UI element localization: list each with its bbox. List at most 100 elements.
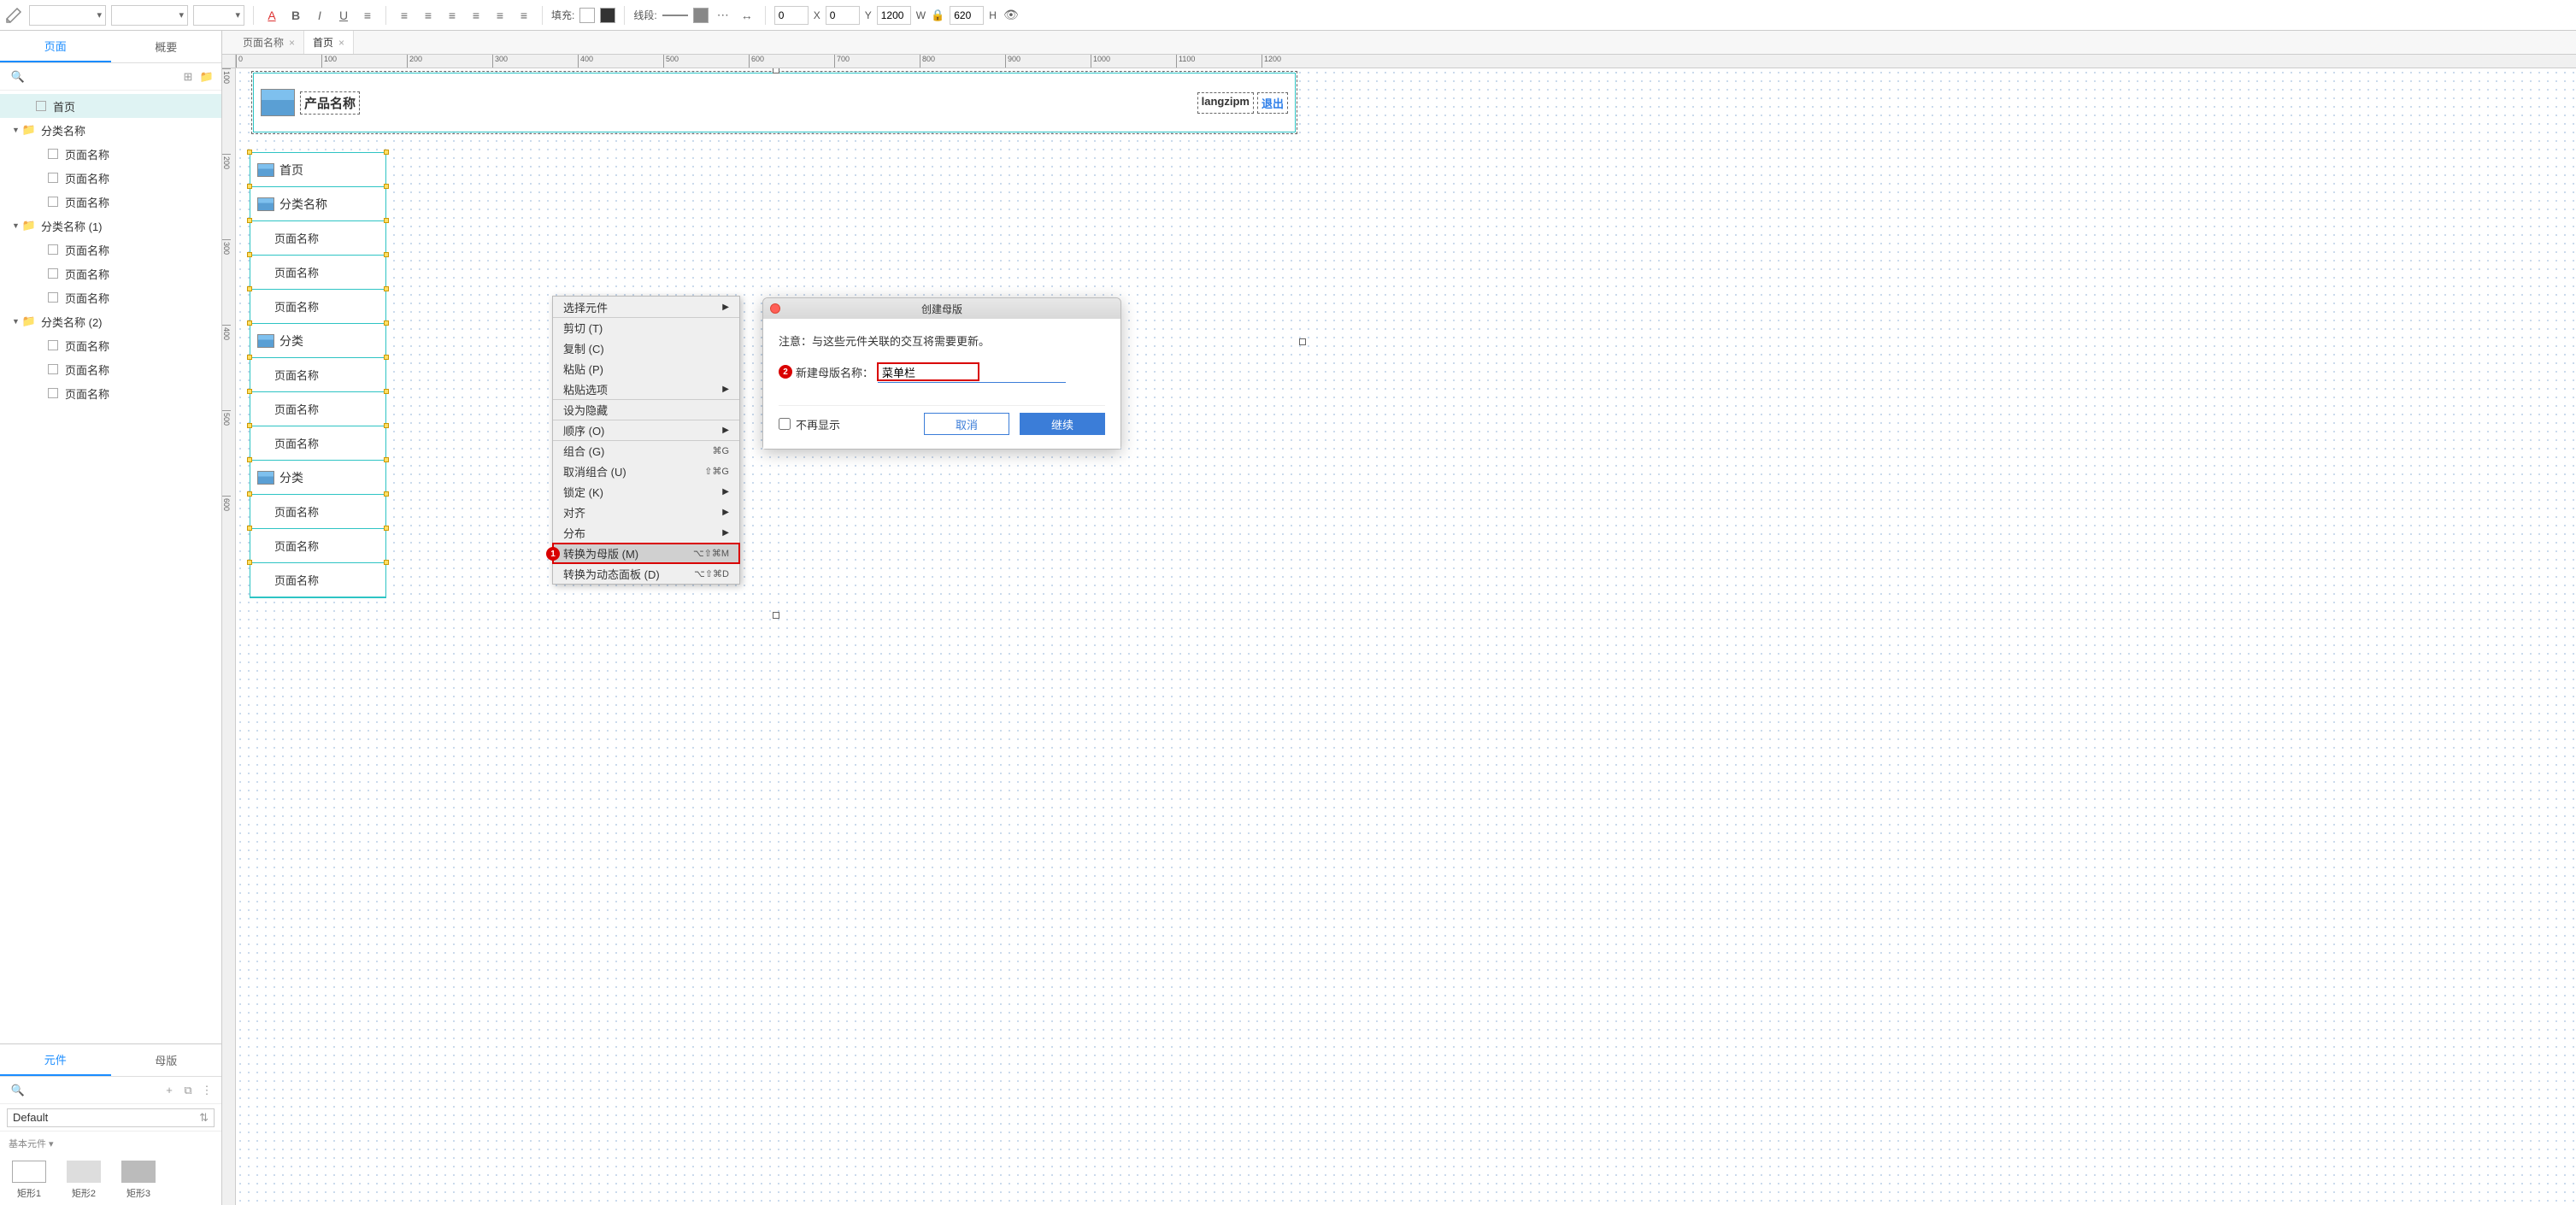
size-dropdown[interactable]: ▾ — [193, 5, 244, 26]
tree-page[interactable]: 页面名称 — [0, 285, 221, 309]
add-page-icon[interactable]: ⊞ — [180, 69, 196, 85]
bullet-list-icon[interactable]: ≡ — [358, 6, 377, 25]
mockup-sidebar-item[interactable]: 页面名称 — [250, 392, 385, 426]
selection-handle[interactable] — [247, 457, 252, 462]
fill-swatch-empty[interactable] — [579, 8, 595, 23]
mockup-sidebar-item[interactable]: 页面名称 — [250, 529, 385, 563]
selection-handle[interactable] — [384, 560, 389, 565]
weight-dropdown[interactable]: ▾ — [111, 5, 188, 26]
selection-handle[interactable] — [384, 218, 389, 223]
selection-handle[interactable] — [384, 526, 389, 531]
tab-outline[interactable]: 概要 — [111, 31, 222, 62]
canvas-tab[interactable]: 页面名称× — [234, 31, 304, 54]
tree-page[interactable]: 页面名称 — [0, 333, 221, 357]
selection-handle[interactable] — [384, 389, 389, 394]
selection-handle[interactable] — [384, 184, 389, 189]
underline-icon[interactable]: U — [334, 6, 353, 25]
context-menu-item[interactable]: 取消组合 (U)⇧⌘G — [553, 461, 739, 481]
continue-button[interactable]: 继续 — [1020, 413, 1105, 435]
valign-bot-icon[interactable]: ≡ — [515, 6, 533, 25]
italic-icon[interactable]: I — [310, 6, 329, 25]
selection-handle[interactable] — [247, 286, 252, 291]
context-menu-item[interactable]: 转换为动态面板 (D)⌥⇧⌘D — [553, 563, 739, 584]
mockup-sidebar-item[interactable]: 页面名称 — [250, 563, 385, 597]
selection-handle[interactable] — [247, 320, 252, 326]
mockup-sidebar-item[interactable]: 页面名称 — [250, 256, 385, 290]
align-left-icon[interactable]: ≡ — [395, 6, 414, 25]
tree-folder[interactable]: ▼📁分类名称 — [0, 118, 221, 142]
master-name-input[interactable] — [877, 362, 979, 381]
mockup-sidebar[interactable]: 首页分类名称页面名称页面名称页面名称分类页面名称页面名称页面名称分类页面名称页面… — [250, 152, 386, 598]
visibility-icon[interactable]: 👁 — [1002, 6, 1020, 25]
lib-category[interactable]: 基本元件 ▾ — [0, 1132, 221, 1155]
canvas[interactable]: 产品名称 langzipm 退出 首页分类名称页面名称页面名称页面名称分类页面名… — [236, 68, 2576, 1205]
selection-handle[interactable] — [247, 526, 252, 531]
mockup-sidebar-item[interactable]: 页面名称 — [250, 495, 385, 529]
mockup-sidebar-item[interactable]: 首页 — [250, 153, 385, 187]
tree-page[interactable]: 页面名称 — [0, 238, 221, 262]
selection-handle[interactable] — [1299, 338, 1306, 345]
context-menu-item[interactable]: 设为隐藏 — [553, 399, 739, 420]
align-right-icon[interactable]: ≡ — [443, 6, 462, 25]
context-menu-item[interactable]: 组合 (G)⌘G — [553, 440, 739, 461]
mockup-sidebar-item[interactable]: 页面名称 — [250, 426, 385, 461]
font-dropdown[interactable]: ▾ — [29, 5, 106, 26]
selection-handle[interactable] — [247, 423, 252, 428]
selection-handle[interactable] — [247, 252, 252, 257]
line-style-icon[interactable]: ⋯ — [714, 6, 732, 25]
tab-widgets[interactable]: 元件 — [0, 1044, 111, 1076]
context-menu-item[interactable]: 剪切 (T) — [553, 317, 739, 338]
close-icon[interactable] — [770, 303, 780, 314]
text-color-icon[interactable]: A — [262, 6, 281, 25]
tree-folder[interactable]: ▼📁分类名称 (2) — [0, 309, 221, 333]
selection-handle[interactable] — [773, 612, 779, 619]
mockup-sidebar-item[interactable]: 分类 — [250, 324, 385, 358]
selection-handle[interactable] — [384, 150, 389, 155]
context-menu-item[interactable]: 锁定 (K)▶ — [553, 481, 739, 502]
page-search-input[interactable] — [26, 71, 177, 83]
align-center-icon[interactable]: ≡ — [419, 6, 438, 25]
context-menu-item[interactable]: 分布▶ — [553, 522, 739, 543]
selection-handle[interactable] — [384, 320, 389, 326]
selection-handle[interactable] — [247, 560, 252, 565]
tree-page[interactable]: 页面名称 — [0, 166, 221, 190]
canvas-tab[interactable]: 首页× — [304, 31, 354, 54]
mockup-sidebar-item[interactable]: 分类 — [250, 461, 385, 495]
line-color-swatch[interactable] — [693, 8, 709, 23]
cancel-button[interactable]: 取消 — [924, 413, 1009, 435]
fill-swatch-dark[interactable] — [600, 8, 615, 23]
selection-handle[interactable] — [247, 218, 252, 223]
tab-masters[interactable]: 母版 — [111, 1044, 222, 1076]
w-input[interactable] — [877, 6, 911, 25]
dont-show-check-input[interactable] — [779, 418, 791, 430]
x-input[interactable] — [774, 6, 809, 25]
tree-page[interactable]: 页面名称 — [0, 357, 221, 381]
valign-top-icon[interactable]: ≡ — [467, 6, 485, 25]
shape-widget[interactable]: 矩形2 — [67, 1161, 101, 1200]
context-menu-item[interactable]: 复制 (C) — [553, 338, 739, 358]
context-menu-item[interactable]: 选择元件▶ — [553, 297, 739, 317]
tree-folder[interactable]: ▼📁分类名称 (1) — [0, 214, 221, 238]
close-icon[interactable]: × — [289, 37, 295, 49]
shape-widget[interactable]: 矩形1 — [12, 1161, 46, 1200]
selection-handle[interactable] — [247, 184, 252, 189]
tree-page[interactable]: 页面名称 — [0, 381, 221, 405]
shape-widget[interactable]: 矩形3 — [121, 1161, 156, 1200]
mockup-header[interactable]: 产品名称 langzipm 退出 — [253, 73, 1296, 132]
valign-mid-icon[interactable]: ≡ — [491, 6, 509, 25]
dont-show-checkbox[interactable]: 不再显示 — [779, 416, 840, 432]
h-input[interactable] — [950, 6, 984, 25]
bold-icon[interactable]: B — [286, 6, 305, 25]
close-icon[interactable]: × — [338, 37, 344, 49]
tree-page[interactable]: 页面名称 — [0, 262, 221, 285]
line-arrow-icon[interactable]: ↔ — [738, 6, 756, 25]
widget-search-input[interactable] — [26, 1084, 158, 1096]
add-folder-icon[interactable]: 📁 — [199, 69, 215, 85]
mockup-sidebar-item[interactable]: 页面名称 — [250, 358, 385, 392]
mockup-sidebar-item[interactable]: 页面名称 — [250, 290, 385, 324]
context-menu-item[interactable]: 对齐▶ — [553, 502, 739, 522]
y-input[interactable] — [826, 6, 860, 25]
selection-handle[interactable] — [384, 252, 389, 257]
context-menu-item[interactable]: 粘贴 (P) — [553, 358, 739, 379]
lock-icon[interactable]: 🔒 — [931, 9, 944, 22]
